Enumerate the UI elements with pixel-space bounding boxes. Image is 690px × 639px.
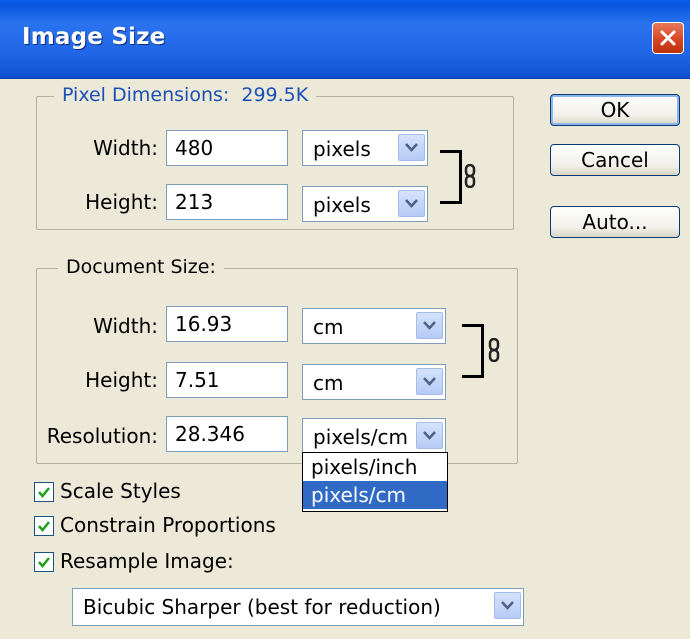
document-size-legend: Document Size: xyxy=(58,256,224,278)
resample-image-checkbox[interactable] xyxy=(34,552,54,572)
scale-styles-option[interactable]: Scale Styles xyxy=(34,478,294,508)
pixel-height-input[interactable]: 213 xyxy=(166,184,288,220)
chain-link-icon xyxy=(488,337,500,368)
resolution-unit-dropdown: pixels/inch pixels/cm xyxy=(302,452,448,512)
resample-method-select[interactable]: Bicubic Sharper (best for reduction) xyxy=(72,588,524,626)
pixel-height-unit-select[interactable]: pixels xyxy=(302,186,428,222)
scale-styles-checkbox[interactable] xyxy=(34,482,54,502)
pixel-width-label: Width: xyxy=(93,136,158,160)
document-height-label: Height: xyxy=(85,368,158,392)
chevron-down-icon[interactable] xyxy=(416,368,443,395)
checkmark-icon xyxy=(38,557,50,568)
pixel-dimensions-size: 299.5K xyxy=(241,84,309,106)
resolution-unit-value: pixels/cm xyxy=(313,425,408,449)
resample-image-option[interactable]: Resample Image: xyxy=(34,548,294,578)
document-width-label: Width: xyxy=(93,314,158,338)
resolution-input[interactable]: 28.346 xyxy=(166,416,288,452)
chevron-down-icon[interactable] xyxy=(416,312,443,339)
window-title: Image Size xyxy=(22,24,166,50)
pixel-width-unit-select[interactable]: pixels xyxy=(302,130,428,166)
chevron-down-icon[interactable] xyxy=(398,190,425,217)
document-height-unit-select[interactable]: cm xyxy=(302,364,446,400)
document-width-unit-select[interactable]: cm xyxy=(302,308,446,344)
resample-method-value: Bicubic Sharper (best for reduction) xyxy=(83,595,441,619)
chain-link-icon xyxy=(464,163,476,194)
constrain-proportions-label: Constrain Proportions xyxy=(60,513,276,537)
document-height-input[interactable]: 7.51 xyxy=(166,362,288,398)
dropdown-option-pixels-cm[interactable]: pixels/cm xyxy=(303,481,447,509)
resample-image-label: Resample Image: xyxy=(60,549,234,573)
cancel-button[interactable]: Cancel xyxy=(550,144,680,176)
document-constrain-bracket xyxy=(462,324,484,378)
document-width-input[interactable]: 16.93 xyxy=(166,306,288,342)
pixel-height-unit-value: pixels xyxy=(313,193,371,217)
checkmark-icon xyxy=(38,521,50,532)
resolution-label: Resolution: xyxy=(46,424,158,448)
constrain-proportions-option[interactable]: Constrain Proportions xyxy=(34,512,334,542)
pixel-width-input[interactable]: 480 xyxy=(166,130,288,166)
auto-button[interactable]: Auto... xyxy=(550,206,680,238)
pixel-dimensions-legend: Pixel Dimensions: 299.5K xyxy=(54,84,317,106)
chevron-down-icon[interactable] xyxy=(398,134,425,161)
pixel-height-label: Height: xyxy=(85,190,158,214)
constrain-proportions-checkbox[interactable] xyxy=(34,516,54,536)
dropdown-option-pixels-inch[interactable]: pixels/inch xyxy=(303,453,447,481)
document-width-unit-value: cm xyxy=(313,315,344,339)
constrain-bracket xyxy=(440,150,462,204)
close-icon xyxy=(660,30,676,46)
scale-styles-label: Scale Styles xyxy=(60,479,181,503)
checkmark-icon xyxy=(38,487,50,498)
document-height-unit-value: cm xyxy=(313,371,344,395)
resolution-unit-select[interactable]: pixels/cm xyxy=(302,418,446,454)
close-button[interactable] xyxy=(652,22,684,54)
pixel-width-unit-value: pixels xyxy=(313,137,371,161)
chevron-down-icon[interactable] xyxy=(416,422,443,449)
pixel-dimensions-label: Pixel Dimensions: xyxy=(62,84,230,106)
chevron-down-icon[interactable] xyxy=(494,592,521,619)
ok-button[interactable]: OK xyxy=(550,94,680,126)
